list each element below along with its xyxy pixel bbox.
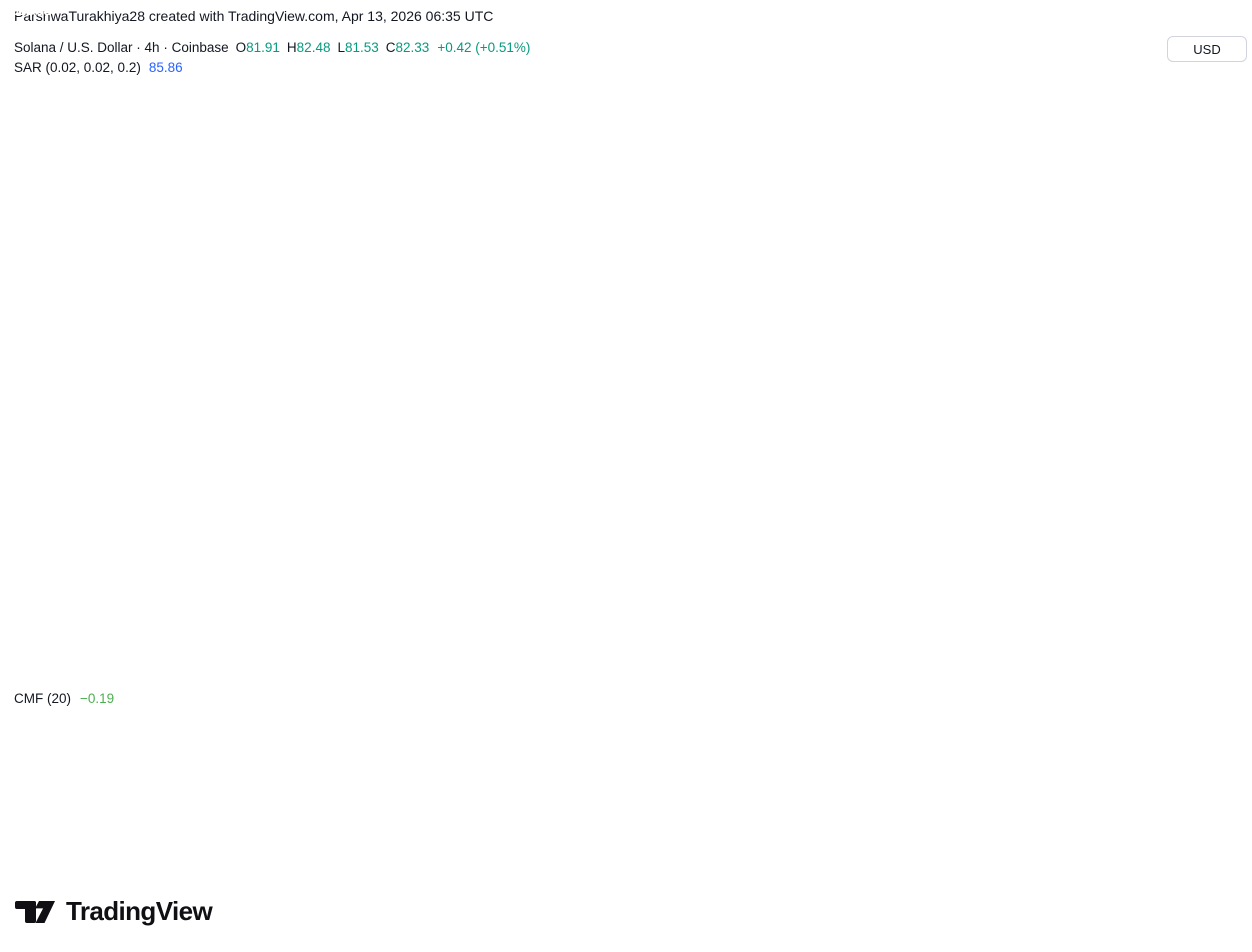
change-value: +0.42 (+0.51%) [437,40,530,55]
chart-legend[interactable]: Solana / U.S. Dollar · 4h · CoinbaseO81.… [14,38,530,78]
ohlc-high-key: H [287,40,297,55]
ohlc-close-value: 82.33 [396,40,430,55]
tradingview-logo-icon [14,897,56,927]
ohlc-close-key: C [386,40,396,55]
sar-indicator-title[interactable]: SAR (0.02, 0.02, 0.2) [14,60,141,75]
sar-legend-row: SAR (0.02, 0.02, 0.2) 85.86 [14,58,530,78]
ohlc-open-value: 81.91 [246,40,280,55]
tradingview-footer-link[interactable]: TradingView [14,896,212,927]
ohlc-open-key: O [236,40,247,55]
ohlc-high-value: 82.48 [297,40,331,55]
currency-toggle-button[interactable]: USD [1167,36,1247,62]
sar-indicator-value: 85.86 [149,60,183,75]
cmf-indicator-title[interactable]: CMF (20) [14,691,71,706]
cmf-value-badge: −0.19 [0,0,33,21]
cmf-legend[interactable]: CMF (20) −0.19 [14,691,114,706]
tradingview-published-chart: ParshwaTurakhiya28 created with TradingV… [0,0,1252,952]
cmf-indicator-value: −0.19 [80,691,114,706]
series-legend-row: Solana / U.S. Dollar · 4h · CoinbaseO81.… [14,38,530,58]
chart-canvas[interactable] [0,0,1252,952]
ohlc-low-value: 81.53 [345,40,379,55]
tradingview-brand-text: TradingView [66,896,212,927]
series-title[interactable]: Solana / U.S. Dollar · 4h · Coinbase [14,40,229,55]
ohlc-low-key: L [337,40,345,55]
